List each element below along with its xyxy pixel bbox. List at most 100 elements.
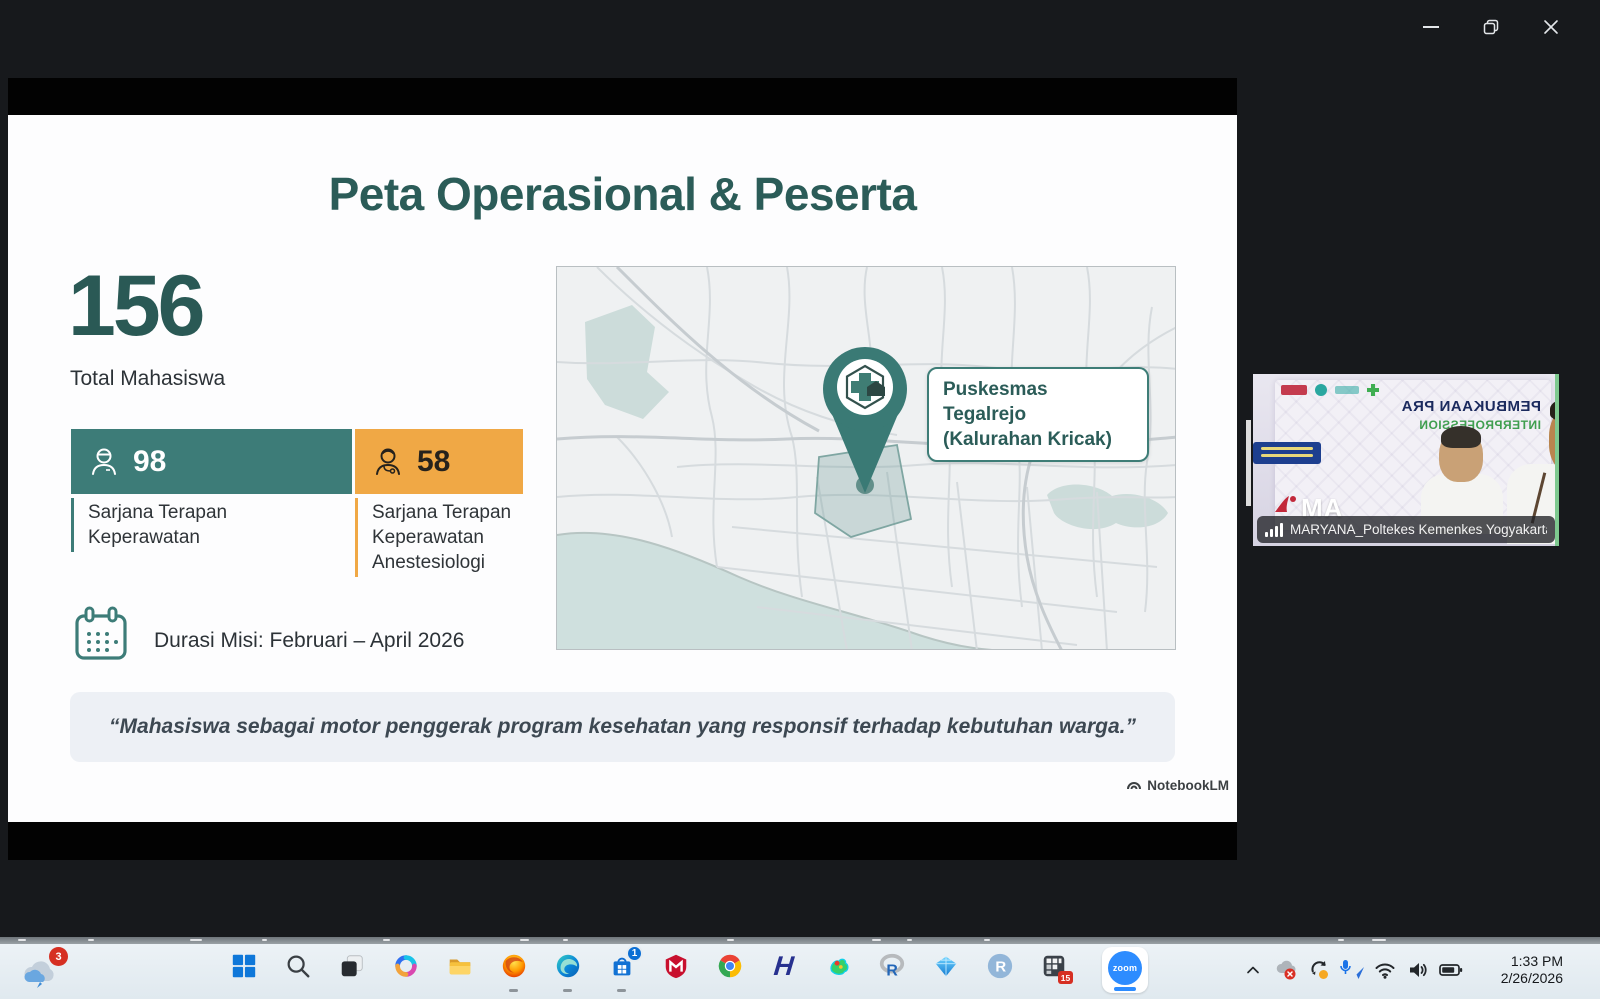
quote-banner: “Mahasiswa sebagai motor penggerak progr… [70, 692, 1175, 762]
taskbar: 3 [0, 944, 1600, 999]
sponsor-logo-red [1281, 385, 1307, 395]
taskbar-clock[interactable]: 1:33 PM 2/26/2026 [1479, 953, 1563, 987]
taskbar-icons: 1 H [229, 951, 1069, 981]
system-tray: 1:33 PM 2/26/2026 [1240, 953, 1563, 987]
stat-card-anesthesia: 58 [355, 429, 523, 494]
diamond-app-button[interactable] [931, 951, 961, 981]
edge-running-indicator [563, 989, 572, 992]
notebooklm-label: NotebookLM [1147, 778, 1229, 793]
chrome-button[interactable] [715, 951, 745, 981]
gis-app-button[interactable] [823, 951, 853, 981]
map-pin-label: Puskesmas Tegalrejo (Kalurahan Kricak) [927, 367, 1149, 462]
mic-location-icon [1339, 958, 1365, 982]
rstudio-button[interactable]: R [985, 951, 1015, 981]
participant-video[interactable]: PEMBUKAAN PRA INTERPROFESSION [1253, 374, 1559, 546]
edge-button[interactable] [553, 951, 583, 981]
tray-chevron-button[interactable] [1240, 957, 1266, 983]
start-button[interactable] [229, 951, 259, 981]
task-view-button[interactable] [337, 951, 367, 981]
zoom-app-label: zoom [1113, 963, 1137, 973]
chevron-up-icon [1243, 960, 1263, 980]
restore-button[interactable] [1472, 8, 1510, 46]
grid-app-button[interactable]: 15 [1039, 951, 1069, 981]
doctor-icon [371, 445, 405, 479]
desktop: Peta Operasional & Peserta 156 Total Mah… [0, 0, 1600, 999]
gis-map-icon [824, 952, 852, 980]
banner-subtitle-text: INTERPROFESSION [1275, 418, 1541, 432]
onedrive-status-button[interactable] [1273, 957, 1299, 983]
zoom-app-icon: zoom [1108, 951, 1142, 985]
restore-icon [1482, 18, 1500, 36]
sponsor-logo-text [1335, 386, 1359, 394]
firefox-running-indicator [509, 989, 518, 992]
clock-date: 2/26/2026 [1479, 970, 1563, 987]
screen-share-region: Peta Operasional & Peserta 156 Total Mah… [8, 78, 1237, 860]
r-language-button[interactable]: R [877, 951, 907, 981]
grid-app-badge: 15 [1058, 971, 1073, 984]
wifi-button[interactable] [1372, 957, 1398, 983]
nurse-icon [87, 445, 121, 479]
slide-title: Peta Operasional & Peserta [8, 167, 1237, 221]
zoom-running-indicator [1114, 987, 1136, 991]
rstudio-icon: R [986, 952, 1014, 980]
copilot-icon [392, 952, 420, 980]
participant-nameplate: MARYANA_Poltekes Kemenkes Yogyakarta [1257, 516, 1555, 543]
total-students-label: Total Mahasiswa [70, 367, 225, 391]
volume-button[interactable] [1405, 957, 1431, 983]
health-cross-logo [1367, 384, 1379, 396]
weather-badge: 3 [49, 947, 68, 966]
sync-status-button[interactable] [1306, 957, 1332, 983]
sponsor-logo-circle [1315, 384, 1327, 396]
close-button[interactable] [1532, 8, 1570, 46]
quote-text: “Mahasiswa sebagai motor penggerak progr… [109, 715, 1136, 739]
search-button[interactable] [283, 951, 313, 981]
mission-duration-text: Durasi Misi: Februari – April 2026 [154, 615, 464, 653]
close-icon [1543, 19, 1559, 35]
anesthesia-count: 58 [417, 445, 450, 479]
firefox-icon [500, 952, 528, 980]
mcafee-button[interactable] [661, 951, 691, 981]
task-view-icon [338, 952, 366, 980]
banner-title-text: PEMBUKAAN PRA [1275, 398, 1541, 415]
windows-start-icon [230, 952, 258, 980]
nursing-program-label: Sarjana Terapan Keperawatan [71, 498, 227, 552]
watermark-logo-icon [1273, 494, 1299, 516]
notebooklm-branding: NotebookLM [1126, 777, 1229, 793]
store-badge: 1 [626, 945, 643, 962]
mic-location-button[interactable] [1339, 957, 1365, 983]
clock-time: 1:33 PM [1479, 953, 1563, 970]
chrome-icon [716, 952, 744, 980]
zoom-app-window: Peta Operasional & Peserta 156 Total Mah… [0, 0, 1600, 938]
h-app-button[interactable]: H [769, 951, 799, 981]
onedrive-error-icon [1274, 958, 1298, 982]
banner-logos [1281, 384, 1379, 396]
firefox-button[interactable] [499, 951, 529, 981]
file-explorer-icon [446, 952, 474, 980]
sync-icon [1307, 958, 1331, 982]
r-language-icon: R [878, 952, 906, 980]
copilot-button[interactable] [391, 951, 421, 981]
audio-level-icon [1265, 522, 1283, 537]
zoom-app-button[interactable]: zoom [1102, 947, 1148, 993]
svg-text:R: R [886, 962, 898, 979]
calendar-icon [70, 603, 132, 665]
weather-widget[interactable]: 3 [20, 951, 66, 993]
mission-duration: Durasi Misi: Februari – April 2026 [70, 603, 464, 665]
participant-name: MARYANA_Poltekes Kemenkes Yogyakarta [1290, 522, 1547, 537]
window-controls [1412, 8, 1570, 46]
background-window-strip [0, 937, 1600, 944]
wifi-icon [1373, 958, 1397, 982]
microsoft-store-button[interactable]: 1 [607, 951, 637, 981]
store-running-indicator [617, 989, 626, 992]
video-edge-sliver [1555, 374, 1559, 546]
battery-button[interactable] [1438, 957, 1464, 983]
file-explorer-button[interactable] [445, 951, 475, 981]
notebooklm-icon [1126, 777, 1142, 793]
battery-icon [1438, 958, 1464, 982]
operations-map: Puskesmas Tegalrejo (Kalurahan Kricak) [556, 266, 1176, 650]
svg-text:R: R [995, 959, 1006, 976]
minimize-button[interactable] [1412, 8, 1450, 46]
diamond-icon [932, 952, 960, 980]
search-icon [284, 952, 312, 980]
h-app-icon: H [773, 951, 796, 982]
